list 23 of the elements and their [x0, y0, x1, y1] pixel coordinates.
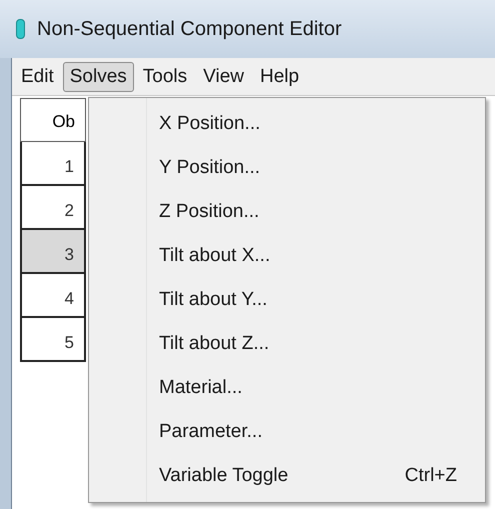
menu-option[interactable]: Z Position... [159, 198, 260, 226]
menu-option[interactable]: Y Position... [159, 154, 260, 182]
menu-option[interactable]: Parameter... [159, 418, 262, 446]
row-number-cell[interactable]: 1 [20, 142, 86, 186]
menu-option[interactable]: X Position... [159, 110, 260, 138]
row-number-cell[interactable]: 5 [20, 318, 86, 362]
row-number-cell[interactable]: 3 [20, 230, 86, 274]
window-title: Non-Sequential Component Editor [37, 17, 342, 42]
menu-option[interactable]: Material... [159, 374, 242, 402]
shortcut-label: Ctrl+Z [404, 464, 457, 488]
row-number-cell[interactable]: 2 [20, 186, 86, 230]
menu-item[interactable]: Edit [14, 62, 61, 92]
menu-option[interactable]: Tilt about Y... [159, 286, 268, 314]
menu-item[interactable]: Solves [62, 62, 134, 92]
row-number-cell[interactable]: 4 [20, 274, 86, 318]
menu-item[interactable]: Help [252, 62, 306, 92]
menu-option[interactable]: Tilt about Z... [159, 330, 270, 358]
column-header: Ob [20, 98, 86, 142]
menu-option[interactable]: Tilt about X... [159, 242, 270, 270]
menu-item[interactable]: Tools [136, 62, 194, 92]
app-icon [16, 19, 25, 39]
menu-item[interactable]: View [196, 62, 251, 92]
menu-option[interactable]: Variable Toggle [159, 462, 288, 490]
